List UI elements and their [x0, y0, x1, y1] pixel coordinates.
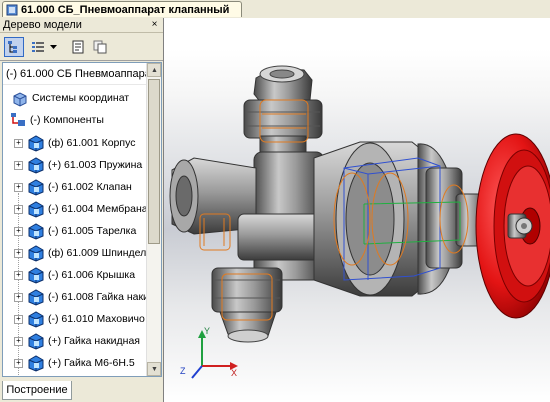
part-cube-icon — [28, 289, 44, 306]
model-tree[interactable]: (-) 61.000 СБ Пневмоаппарат кл Системы к… — [2, 62, 162, 377]
tree-item-label: Системы координат — [32, 92, 130, 104]
3d-viewport[interactable]: Y X Z — [164, 18, 550, 402]
panel-bottom-tabs: Построение — [0, 380, 163, 402]
tree-item-component[interactable]: + (+) 61.003 Пружина — [14, 155, 142, 175]
part-cube-icon — [28, 355, 44, 372]
chevron-up-icon: ▲ — [151, 67, 158, 74]
tree-item-label: (-) 61.004 Мембрана — [48, 203, 148, 215]
tree-item-component[interactable]: + (ф) 61.001 Корпус — [14, 133, 135, 153]
expand-toggle-icon[interactable]: + — [14, 270, 23, 280]
list-view-button[interactable] — [28, 37, 48, 57]
tree-item-label: (-) 61.005 Тарелка — [48, 225, 137, 237]
document-tab-title: 61.000 СБ_Пневмоаппарат клапанный — [21, 3, 230, 16]
expand-toggle-icon[interactable]: + — [14, 204, 23, 214]
panel-title: Дерево модели — [3, 19, 82, 31]
tree-item-component[interactable]: + (ф) 61.009 Шпиндел — [14, 243, 146, 263]
axis-z-label: Z — [180, 366, 186, 376]
list-view-icon — [32, 42, 44, 52]
tree-item-label: (+) Гайка М6-6Н.5 — [48, 357, 135, 369]
tree-item-component[interactable]: + (-) 61.004 Мембрана — [14, 199, 148, 219]
part-cube-icon — [28, 245, 44, 262]
tree-root-label: (-) 61.000 СБ Пневмоаппарат кл — [6, 67, 146, 80]
tree-item-component[interactable]: + (-) 61.008 Гайка накид — [14, 287, 155, 307]
tree-item-coordinate-systems[interactable]: Системы координат — [11, 88, 129, 108]
tree-root-item[interactable]: (-) 61.000 СБ Пневмоаппарат кл — [3, 63, 146, 85]
assembly-model-render — [169, 65, 550, 379]
components-folder-icon — [11, 113, 25, 126]
part-cube-icon — [28, 201, 44, 218]
properties-icon — [72, 40, 84, 54]
scroll-thumb[interactable] — [148, 79, 160, 244]
part-cube-icon — [28, 267, 44, 284]
close-icon[interactable]: × — [149, 20, 160, 31]
dropdown-arrow-icon — [49, 44, 57, 49]
tree-item-label: (-) 61.010 Маховичо — [48, 313, 145, 325]
tree-item-component[interactable]: + (-) 61.002 Клапан — [14, 177, 132, 197]
copy-icon — [93, 40, 107, 54]
expand-toggle-icon[interactable]: + — [14, 160, 23, 170]
tree-item-component[interactable]: + (-) 61.006 Крышка — [14, 265, 135, 285]
axis-x-label: X — [231, 368, 238, 378]
tree-item-components[interactable]: (-) Компоненты — [9, 110, 104, 130]
document-tab-strip: 61.000 СБ_Пневмоаппарат клапанный — [0, 0, 550, 19]
expand-toggle-icon[interactable]: + — [14, 292, 23, 302]
part-cube-icon — [28, 333, 44, 350]
part-cube-icon — [28, 157, 44, 174]
tree-item-component[interactable]: + (-) 61.005 Тарелка — [14, 221, 136, 241]
scroll-down-button[interactable]: ▼ — [147, 362, 161, 376]
tree-item-component[interactable]: + (+) Гайка М6-6Н.5 — [14, 353, 135, 373]
coordinate-system-icon — [13, 92, 27, 107]
part-cube-icon — [28, 311, 44, 328]
tree-item-component[interactable]: + (+) Гайка накидная — [14, 331, 140, 351]
tree-structure-icon — [8, 41, 17, 53]
properties-button[interactable] — [68, 37, 88, 57]
tree-item-label: (+) 61.003 Пружина — [48, 159, 143, 171]
tree-item-label: (ф) 61.001 Корпус — [48, 137, 136, 149]
part-cube-icon — [28, 223, 44, 240]
tree-structure-button[interactable] — [4, 37, 24, 57]
tree-item-label: (-) Компоненты — [30, 114, 104, 126]
scroll-up-button[interactable]: ▲ — [147, 63, 161, 77]
chevron-down-icon: ▼ — [151, 366, 158, 373]
assembly-document-icon — [6, 4, 18, 15]
part-cube-icon — [28, 135, 44, 152]
tree-item-label: (-) 61.008 Гайка накид — [48, 291, 156, 303]
expand-toggle-icon[interactable]: + — [14, 314, 23, 324]
expand-toggle-icon[interactable]: + — [14, 226, 23, 236]
tab-construction[interactable]: Построение — [2, 381, 72, 400]
expand-toggle-icon[interactable]: + — [14, 138, 23, 148]
tree-item-label: (-) 61.002 Клапан — [48, 181, 132, 193]
expand-toggle-icon[interactable]: + — [14, 358, 23, 368]
tree-item-label: (ф) 61.009 Шпиндел — [48, 247, 147, 259]
valve-body — [169, 151, 331, 281]
copy-button[interactable] — [90, 37, 110, 57]
panel-header: Дерево модели × — [0, 18, 163, 33]
document-tab[interactable]: 61.000 СБ_Пневмоаппарат клапанный — [2, 1, 242, 17]
tree-vertical-scrollbar[interactable]: ▲ ▼ — [146, 63, 161, 376]
tree-item-label: (+) Гайка накидная — [48, 335, 140, 347]
tree-toolbar — [0, 34, 163, 61]
tree-item-component[interactable]: + (-) 61.010 Маховичо — [14, 309, 145, 329]
expand-toggle-icon[interactable]: + — [14, 248, 23, 258]
part-cube-icon — [28, 179, 44, 196]
view-dropdown-button[interactable] — [48, 37, 58, 57]
expand-toggle-icon[interactable]: + — [14, 182, 23, 192]
expand-toggle-icon[interactable]: + — [14, 336, 23, 346]
tree-item-label: (-) 61.006 Крышка — [48, 269, 136, 281]
top-union-nut — [243, 65, 323, 155]
axis-y-label: Y — [204, 326, 211, 336]
model-tree-panel: Дерево модели × (-) 61.000 СБ Пневмоаппа… — [0, 18, 164, 402]
